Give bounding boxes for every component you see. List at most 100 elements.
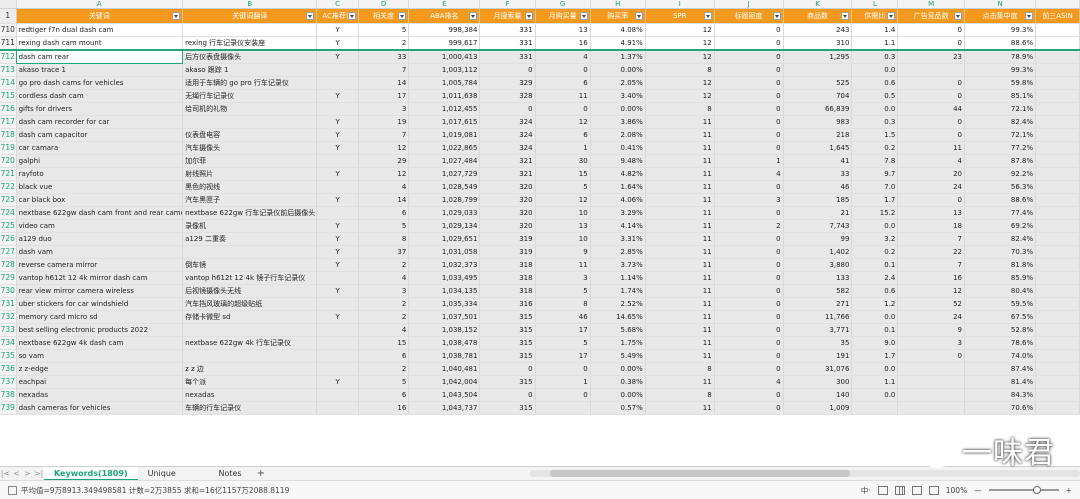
table-cell[interactable]: 0	[714, 297, 784, 311]
table-cell[interactable]: 1,038,478	[408, 336, 481, 350]
table-cell[interactable]: 99.3%	[964, 23, 1037, 37]
table-cell[interactable]: 1,032,373	[408, 258, 481, 272]
row-number[interactable]: 739	[0, 401, 17, 415]
filter-dropdown-icon[interactable]	[347, 12, 356, 20]
table-cell[interactable]	[1035, 297, 1080, 311]
column-letter-e[interactable]: E	[408, 0, 481, 9]
table-cell[interactable]	[1035, 284, 1080, 298]
table-cell[interactable]: 0	[714, 388, 784, 402]
table-cell[interactable]: 1.37%	[590, 50, 646, 64]
table-cell[interactable]: 12	[645, 76, 715, 90]
filter-dropdown-icon[interactable]	[469, 12, 478, 20]
table-cell[interactable]: Y	[316, 232, 359, 246]
table-cell[interactable]: 331	[479, 23, 536, 37]
table-cell[interactable]: 0.38%	[590, 375, 646, 389]
table-cell[interactable]: 16	[358, 401, 410, 415]
table-cell[interactable]: 4	[358, 271, 410, 285]
table-cell[interactable]	[1035, 245, 1080, 259]
column-header[interactable]: 关键词翻译	[182, 8, 318, 24]
table-cell[interactable]: 29	[358, 154, 410, 168]
table-cell[interactable]: 11	[645, 167, 715, 181]
column-header[interactable]: 关键词	[16, 8, 184, 24]
table-cell[interactable]: 4.06%	[590, 193, 646, 207]
table-cell[interactable]: 320	[479, 206, 536, 220]
first-sheet-button[interactable]: |<	[0, 469, 11, 478]
filter-dropdown-icon[interactable]	[841, 12, 850, 20]
table-cell[interactable]: 11	[645, 271, 715, 285]
table-cell[interactable]: 2.85%	[590, 245, 646, 259]
table-cell[interactable]: 6	[358, 388, 410, 402]
table-cell[interactable]	[897, 362, 965, 376]
table-cell[interactable]: 324	[479, 115, 536, 129]
table-cell[interactable]	[1035, 206, 1080, 220]
table-cell[interactable]: 8	[645, 362, 715, 376]
table-cell[interactable]: 4.08%	[590, 23, 646, 37]
table-cell[interactable]: 0	[714, 63, 784, 77]
table-cell[interactable]: 318	[479, 284, 536, 298]
table-cell[interactable]: 10	[535, 206, 591, 220]
table-cell[interactable]: 2	[358, 310, 410, 324]
table-cell[interactable]: galphi	[16, 154, 184, 168]
table-cell[interactable]: 0	[714, 258, 784, 272]
row-number[interactable]: 722	[0, 180, 17, 194]
table-cell[interactable]: 11	[897, 141, 965, 155]
table-cell[interactable]: 69.2%	[964, 219, 1037, 233]
spreadsheet-grid[interactable]: A B C D E F G H I J K L M N 1 关键词 关键词翻译 AC推荐词 相关度 ABA排名 月搜索量…	[0, 0, 1080, 466]
table-cell[interactable]: 185	[783, 193, 853, 207]
table-cell[interactable]: 9.0	[851, 336, 899, 350]
column-header[interactable]: AC推荐词	[316, 8, 359, 24]
table-cell[interactable]: 3	[358, 102, 410, 116]
next-sheet-button[interactable]: >	[22, 469, 33, 478]
table-cell[interactable]: 0	[714, 401, 784, 415]
table-cell[interactable]: 191	[783, 349, 853, 363]
table-cell[interactable]: 4.82%	[590, 167, 646, 181]
row-number[interactable]: 729	[0, 271, 17, 285]
table-cell[interactable]: 2.05%	[590, 76, 646, 90]
column-letter-l[interactable]: L	[851, 0, 899, 9]
table-cell[interactable]	[1035, 336, 1080, 350]
table-cell[interactable]: vantop h612t 12 4k mirror dash cam	[16, 271, 184, 285]
filter-dropdown-icon[interactable]	[703, 12, 712, 20]
table-cell[interactable]: 12	[645, 23, 715, 37]
table-cell[interactable]: 582	[783, 284, 853, 298]
table-cell[interactable]: 19	[358, 115, 410, 129]
table-cell[interactable]: 1,028,799	[408, 193, 481, 207]
table-cell[interactable]: akaso 跟踪 1	[182, 63, 318, 77]
input-language-indicator[interactable]: 中·	[861, 485, 871, 496]
filter-dropdown-icon[interactable]	[634, 12, 643, 20]
table-cell[interactable]: 18	[897, 219, 965, 233]
column-header[interactable]: 点击集中度	[964, 8, 1037, 24]
table-cell[interactable]: 85.9%	[964, 271, 1037, 285]
table-cell[interactable]: 1,009	[783, 401, 853, 415]
table-cell[interactable]: 0	[535, 362, 591, 376]
table-cell[interactable]: 319	[479, 245, 536, 259]
table-cell[interactable]	[182, 23, 318, 37]
table-cell[interactable]: 318	[479, 271, 536, 285]
table-cell[interactable]	[1035, 63, 1080, 77]
table-cell[interactable]: nextbase 622gw dash cam front and rear c…	[16, 206, 184, 220]
table-cell[interactable]: 1,003,112	[408, 63, 481, 77]
table-cell[interactable]: 0.1	[851, 323, 899, 337]
row-number[interactable]: 711	[0, 36, 17, 51]
row-number[interactable]: 732	[0, 310, 17, 324]
table-cell[interactable]: 3	[535, 271, 591, 285]
table-cell[interactable]: 0.57%	[590, 401, 646, 415]
table-cell[interactable]: Y	[316, 375, 359, 389]
table-cell[interactable]: 81.4%	[964, 375, 1037, 389]
table-cell[interactable]	[1035, 154, 1080, 168]
table-cell[interactable]: 1	[714, 154, 784, 168]
table-cell[interactable]: 24	[897, 180, 965, 194]
table-cell[interactable]: Y	[316, 284, 359, 298]
table-cell[interactable]: 16	[897, 271, 965, 285]
table-cell[interactable]: 1.7	[851, 193, 899, 207]
table-cell[interactable]: 329	[479, 76, 536, 90]
table-cell[interactable]: 56.3%	[964, 180, 1037, 194]
table-cell[interactable]: 133	[783, 271, 853, 285]
table-cell[interactable]: 0	[897, 193, 965, 207]
table-cell[interactable]	[1035, 258, 1080, 272]
table-cell[interactable]: reverse camera mirror	[16, 258, 184, 272]
table-cell[interactable]: 车辆的行车记录仪	[182, 401, 318, 415]
table-cell[interactable]: 11	[645, 297, 715, 311]
table-cell[interactable]: 1,043,504	[408, 388, 481, 402]
table-cell[interactable]: dash cameras for vehicles	[16, 401, 184, 415]
